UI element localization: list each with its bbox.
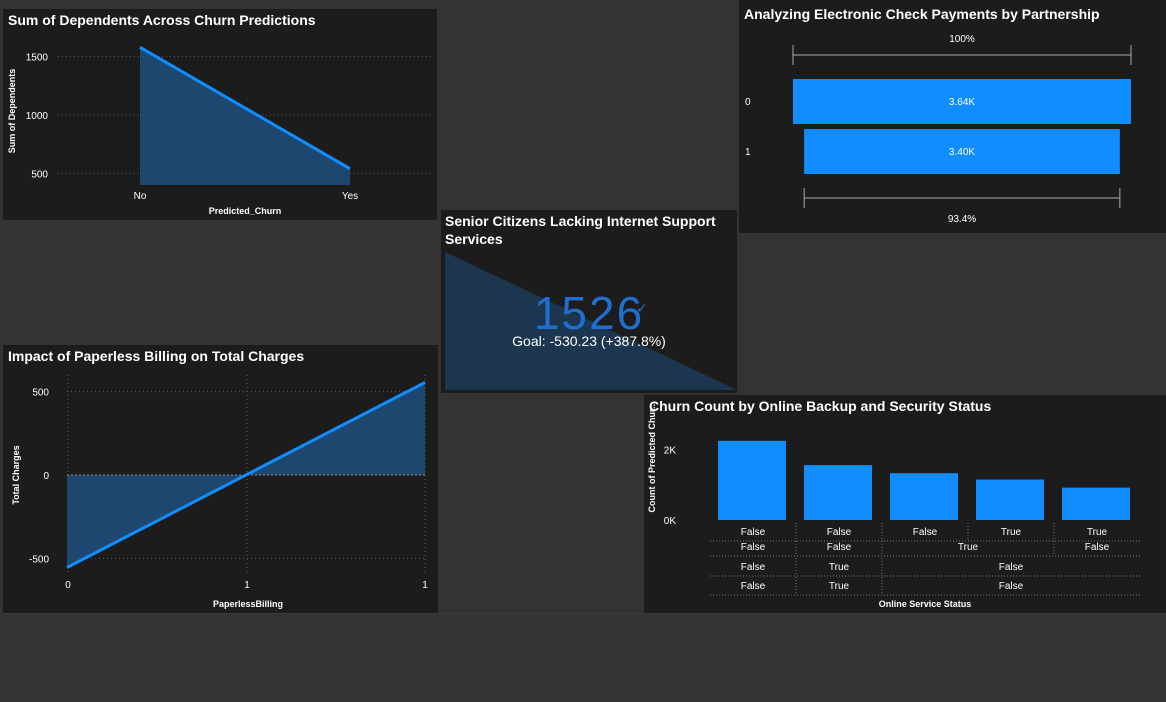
hierarchy-label: True (1087, 527, 1108, 538)
y-tick-label: 500 (31, 169, 48, 180)
x-axis-title: Predicted_Churn (209, 206, 282, 216)
hierarchy-label: False (741, 527, 766, 538)
x-axis-title: Online Service Status (879, 599, 972, 609)
bar (890, 473, 958, 520)
funnel-category-label: 0 (745, 97, 751, 108)
senior-kpi-title-line2: Services (445, 231, 503, 247)
senior-kpi-title-line1: Senior Citizens Lacking Internet Support (445, 213, 716, 229)
bottom-percent-label: 93.4% (948, 214, 976, 225)
hierarchy-label: False (999, 581, 1024, 592)
funnel-data-label: 3.64K (949, 97, 975, 108)
paperless-chart-panel[interactable]: Impact of Paperless Billing on Total Cha… (3, 345, 438, 613)
y-axis-title: Sum of Dependents (7, 69, 17, 154)
bar (804, 465, 872, 520)
x-axis-title: PaperlessBilling (213, 599, 283, 609)
dependents-chart-panel[interactable]: Sum of Dependents Across Churn Predictio… (3, 9, 437, 220)
dependents-area-chart: 500 1000 1500 No Yes Predicted_Churn Sum of De… (7, 46, 433, 216)
y-tick-label: 500 (32, 388, 49, 399)
paperless-area-chart: 500 0 -500 0 1 1 PaperlessBilling Total Charges (11, 375, 428, 609)
kpi-value: 1526 (533, 287, 645, 339)
x-tick-label: No (134, 191, 147, 202)
hierarchy-label: False (913, 527, 938, 538)
bar (1062, 487, 1130, 520)
x-tick-label: 1 (244, 580, 250, 591)
online-status-panel[interactable]: Churn Count by Online Backup and Securit… (644, 395, 1166, 613)
x-tick-label: 0 (65, 580, 71, 591)
bar (976, 479, 1044, 520)
checkmark-icon: ✓ (636, 300, 648, 316)
y-tick-label: 0 (43, 471, 49, 482)
online-status-bar-chart: 2K 0K Count of Predicted Chur... False False… (647, 401, 1140, 609)
top-percent-label: 100% (949, 34, 975, 45)
y-axis-title: Total Charges (11, 445, 21, 504)
electronic-check-panel[interactable]: Analyzing Electronic Check Payments by P… (739, 0, 1166, 233)
area-fill (140, 47, 350, 186)
canvas-divider (3, 613, 1166, 614)
hierarchy-label: False (827, 527, 852, 538)
electronic-check-funnel-chart: 100% 3.64K 0 3.40K 1 93.4% (745, 34, 1132, 225)
x-tick-label: 1 (422, 580, 428, 591)
kpi-goal: Goal: -530.23 (+387.8%) (512, 333, 666, 349)
hierarchy-label: False (741, 562, 766, 573)
hierarchy-label: False (1085, 542, 1110, 553)
hierarchy-label: False (741, 581, 766, 592)
senior-kpi-panel[interactable]: Senior Citizens Lacking Internet Support… (441, 210, 737, 393)
bar (718, 440, 786, 520)
y-axis-title: Count of Predicted Chur... (647, 401, 657, 512)
funnel-data-label: 3.40K (949, 147, 975, 158)
hierarchy-label: False (827, 542, 852, 553)
hierarchy-label: False (999, 562, 1024, 573)
y-tick-label: -500 (29, 554, 49, 565)
hierarchy-label: True (958, 542, 979, 553)
x-tick-label: Yes (342, 191, 358, 202)
y-tick-label: 0K (664, 516, 677, 527)
funnel-category-label: 1 (745, 147, 751, 158)
y-tick-label: 2K (664, 446, 677, 457)
hierarchy-label: True (829, 581, 850, 592)
hierarchy-label: True (829, 562, 850, 573)
y-tick-label: 1500 (26, 53, 49, 64)
hierarchy-label: True (1001, 527, 1022, 538)
hierarchy-label: False (741, 542, 766, 553)
y-tick-label: 1000 (26, 111, 49, 122)
